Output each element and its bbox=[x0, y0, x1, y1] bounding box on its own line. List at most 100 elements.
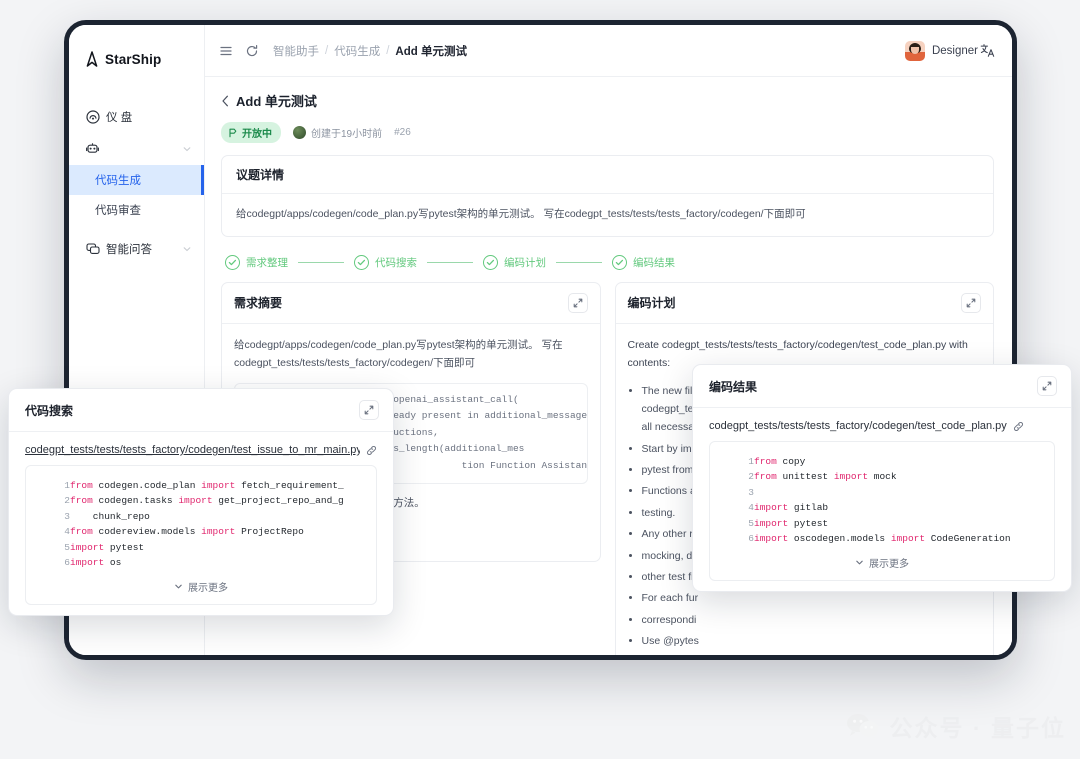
chevron-left-icon[interactable] bbox=[221, 95, 230, 107]
code-line-number: 4 bbox=[64, 526, 70, 538]
code-line: 3 bbox=[710, 485, 1054, 500]
code-line: 1 from copy bbox=[710, 454, 1054, 469]
sidebar-item-smart-qa-label: 智能问答 bbox=[106, 244, 152, 256]
code-line-text: import pytest bbox=[70, 541, 145, 553]
expand-icon[interactable] bbox=[1037, 376, 1057, 396]
issue-meta: 开放中 创建于19小时前 #26 bbox=[221, 122, 994, 143]
step-code-search[interactable]: 代码搜索 bbox=[354, 254, 417, 270]
code-line-text: from copy bbox=[754, 456, 806, 467]
code-line-number: 5 bbox=[748, 517, 754, 529]
breadcrumb-item-2: Add 单元测试 bbox=[395, 45, 467, 58]
code-line: 5 import pytest bbox=[710, 516, 1054, 531]
coding-result-title: 编码结果 bbox=[709, 379, 758, 394]
hamburger-icon[interactable] bbox=[217, 42, 235, 60]
coding-result-show-more-button[interactable]: 展示更多 bbox=[710, 546, 1054, 576]
step-coding-plan[interactable]: 编码计划 bbox=[483, 254, 546, 270]
step-code-search-label: 代码搜索 bbox=[375, 256, 417, 269]
coding-result-show-more-label: 展示更多 bbox=[869, 559, 909, 571]
issue-number: #26 bbox=[394, 127, 411, 138]
created-time: 创建于19小时前 bbox=[311, 129, 383, 140]
link-icon[interactable] bbox=[1013, 421, 1024, 432]
code-line-text: from codegen.tasks import get_project_re… bbox=[70, 495, 344, 507]
expand-icon[interactable] bbox=[359, 400, 379, 420]
check-circle-icon bbox=[483, 254, 498, 270]
code-line: 2 from codegen.tasks import get_project_r… bbox=[26, 493, 376, 508]
step-coding-result-label: 编码结果 bbox=[633, 256, 675, 269]
breadcrumb-item-1[interactable]: 代码生成 bbox=[334, 43, 380, 59]
code-search-popover: 代码搜索 codegpt_tests/tests/tests_factory/c… bbox=[8, 388, 394, 617]
coding-result-code-block: 1 from copy 2 from unittest import mock 3 4i… bbox=[709, 441, 1055, 582]
brand: StarShip bbox=[69, 43, 204, 75]
code-line-number: 1 bbox=[64, 480, 70, 491]
code-search-show-more-button[interactable]: 展示更多 bbox=[26, 570, 376, 600]
page-title-text: Add 单元测试 bbox=[236, 94, 317, 109]
issue-detail-title: 议题详情 bbox=[236, 168, 285, 182]
coding-result-header: 编码结果 bbox=[693, 365, 1071, 408]
breadcrumb: 智能助手 / 代码生成 / Add 单元测试 bbox=[273, 43, 467, 59]
issue-author: 创建于19小时前 bbox=[293, 125, 382, 140]
coding-result-file-link[interactable]: codegpt_tests/tests/tests_factory/codege… bbox=[709, 420, 1007, 432]
status-badge: 开放中 bbox=[221, 122, 281, 143]
step-requirement[interactable]: 需求整理 bbox=[225, 254, 288, 270]
coding-result-file-row: codegpt_tests/tests/tests_factory/codege… bbox=[709, 420, 1055, 432]
step-connector bbox=[427, 261, 473, 264]
code-line: 3 chunk_repo bbox=[26, 509, 376, 524]
expand-icon[interactable] bbox=[567, 292, 588, 313]
wechat-icon bbox=[846, 712, 880, 740]
code-line: 6 import oscodegen.models import CodeGene… bbox=[710, 531, 1054, 546]
check-circle-icon bbox=[225, 254, 240, 270]
code-line-number: 6 bbox=[64, 556, 70, 568]
user-name: Designer bbox=[931, 44, 978, 57]
plan-bullet: For each fur bbox=[642, 589, 982, 607]
chevron-down-icon bbox=[174, 582, 183, 591]
link-icon[interactable] bbox=[366, 445, 377, 456]
sidebar-item-smart-qa[interactable]: 智能问答 bbox=[69, 233, 204, 265]
user-menu[interactable]: Designer bbox=[904, 40, 978, 61]
refresh-icon[interactable] bbox=[243, 42, 261, 60]
sidebar-item-dashboard[interactable]: 仪 盘 bbox=[69, 101, 204, 133]
issue-detail-card: 议题详情 给codegpt/apps/codegen/code_plan.py写… bbox=[221, 155, 994, 237]
code-search-body: codegpt_tests/tests/tests_factory/codege… bbox=[9, 432, 393, 615]
code-line-text: import gitlab bbox=[754, 502, 829, 514]
code-line: 5 import pytest bbox=[26, 540, 376, 555]
step-requirement-label: 需求整理 bbox=[246, 256, 288, 269]
plan-panel-title: 编码计划 bbox=[627, 296, 676, 311]
requirement-text: 给codegpt/apps/codegen/code_plan.py写pytes… bbox=[234, 338, 563, 370]
coding-result-body: codegpt_tests/tests/tests_factory/codege… bbox=[693, 408, 1071, 591]
sidebar-item-code-generation[interactable]: 代码生成 bbox=[69, 165, 204, 195]
code-line-number: 3 bbox=[64, 510, 70, 522]
step-connector bbox=[298, 261, 344, 264]
code-line-number: 2 bbox=[64, 495, 70, 507]
sidebar-item-code-review[interactable]: 代码审查 bbox=[69, 195, 204, 225]
sidebar-nav: 仪 盘 代码生成 代码审查 智能问答 bbox=[69, 101, 204, 265]
expand-icon[interactable] bbox=[961, 292, 981, 313]
code-line: 4 import gitlab bbox=[710, 500, 1054, 515]
code-line: 6 import os bbox=[26, 555, 376, 570]
code-line-number: 1 bbox=[748, 456, 754, 467]
breadcrumb-separator: / bbox=[325, 44, 329, 57]
plan-bullet: Use @pytes bbox=[642, 632, 982, 650]
plan-panel-header: 编码计划 bbox=[615, 283, 993, 324]
translate-icon[interactable] bbox=[978, 42, 996, 60]
code-line-text: from codereview.models import ProjectRep… bbox=[70, 526, 304, 538]
sidebar-item-assistant[interactable] bbox=[69, 133, 204, 165]
sidebar-item-code-generation-label: 代码生成 bbox=[95, 175, 141, 187]
code-line-text: import pytest bbox=[754, 517, 829, 529]
check-circle-icon bbox=[612, 254, 627, 270]
step-connector bbox=[556, 261, 602, 264]
starship-logo-icon bbox=[85, 51, 99, 67]
code-search-file-link[interactable]: codegpt_tests/tests/tests_factory/codege… bbox=[25, 444, 360, 456]
step-coding-result[interactable]: 编码结果 bbox=[612, 254, 675, 270]
dashboard-icon bbox=[85, 110, 100, 125]
qa-chat-icon bbox=[85, 242, 100, 257]
page-title: Add 单元测试 bbox=[221, 91, 994, 110]
code-line-text: import oscodegen.models import CodeGener… bbox=[754, 532, 1011, 544]
code-line-text: import os bbox=[70, 556, 122, 568]
breadcrumb-item-0[interactable]: 智能助手 bbox=[273, 43, 319, 59]
coding-result-popover: 编码结果 codegpt_tests/tests/tests_factory/c… bbox=[692, 364, 1072, 593]
code-line-number: 4 bbox=[748, 502, 754, 514]
step-coding-plan-label: 编码计划 bbox=[504, 256, 546, 269]
code-line-text: chunk_repo bbox=[70, 510, 150, 522]
requirement-panel-title: 需求摘要 bbox=[234, 296, 283, 311]
code-line-number: 5 bbox=[64, 541, 70, 553]
